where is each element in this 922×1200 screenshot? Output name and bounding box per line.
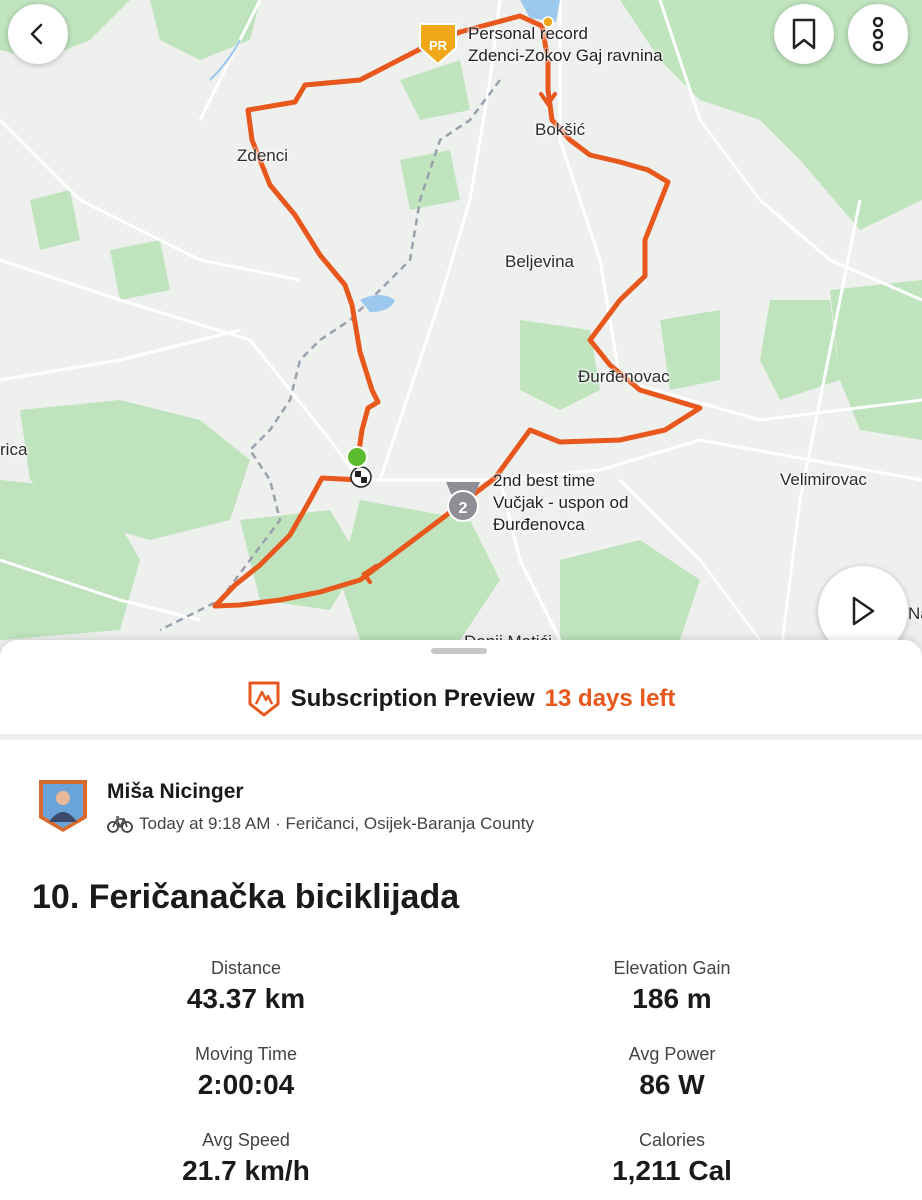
second-best-segment-name-cont: Đurđenovca	[493, 515, 585, 534]
second-medal-icon: 2	[446, 482, 480, 522]
pr-segment-name: Zdenci-Zokov Gaj ravnina	[468, 46, 663, 65]
place-label: Bokšić	[535, 120, 586, 139]
stat-avg-speed: Avg Speed 21.7 km/h	[96, 1130, 396, 1187]
play-icon	[852, 596, 875, 626]
stat-value: 186 m	[632, 983, 712, 1014]
place-label: Na	[908, 604, 922, 623]
finish-flag-icon	[350, 466, 372, 488]
stat-value: 43.37 km	[186, 983, 306, 1014]
place-label: Đurđenovac	[578, 367, 670, 386]
stat-label: Avg Power	[628, 1044, 716, 1064]
activity-title: 10. Feričanačka biciklijada	[32, 878, 460, 916]
stat-distance: Distance 43.37 km	[96, 958, 396, 1015]
subscription-label: Subscription Preview	[290, 685, 535, 712]
stat-value: 86 W	[639, 1069, 705, 1100]
stat-label: Avg Speed	[202, 1130, 290, 1150]
svg-text:PR: PR	[429, 38, 448, 53]
map-canvas: PR 2	[0, 0, 922, 660]
second-best-line: 2nd best time	[493, 471, 596, 490]
activity-meta-text: Today at 9:18 AM · Feričanci, Osijek-Bar…	[139, 814, 534, 833]
stat-moving-time: Moving Time 2:00:04	[96, 1044, 396, 1101]
bike-icon	[107, 816, 133, 833]
activity-meta: Today at 9:18 AM · Feričanci, Osijek-Bar…	[107, 814, 534, 834]
route-map[interactable]: PR 2 Zdenci Bokšić Beljevina Đurđenovac …	[0, 0, 922, 660]
stat-value: 1,211 Cal	[612, 1155, 732, 1186]
stat-label: Elevation Gain	[613, 958, 731, 978]
athlete-name[interactable]: Miša Nicinger	[107, 780, 244, 804]
second-best-segment-name: Vučjak - uspon od	[493, 493, 629, 512]
stat-value: 21.7 km/h	[182, 1155, 310, 1186]
stat-label: Calories	[638, 1130, 706, 1150]
stat-label: Moving Time	[194, 1044, 298, 1064]
more-vertical-icon	[872, 17, 884, 51]
subscription-banner[interactable]: Subscription Preview 13 days left	[0, 676, 922, 722]
start-dot	[346, 446, 368, 468]
back-button[interactable]	[8, 4, 68, 64]
stat-value: 2:00:04	[197, 1069, 295, 1100]
subscription-shield-icon	[248, 681, 280, 717]
more-options-button[interactable]	[848, 4, 908, 64]
pr-segment-label[interactable]: Personal record Zdenci-Zokov Gaj ravnina	[468, 23, 663, 67]
place-label: Zdenci	[237, 146, 289, 165]
subscription-days-left: 13 days left	[544, 685, 676, 712]
stat-elevation-gain: Elevation Gain 186 m	[522, 958, 822, 1015]
place-label: Beljevina	[505, 252, 574, 271]
stat-label: Distance	[210, 958, 282, 978]
pr-badge-icon: PR	[419, 23, 457, 66]
activity-sheet: Subscription Preview 13 days left Miša N…	[0, 640, 922, 1200]
place-label: Velimirovac	[780, 470, 867, 489]
athlete-avatar[interactable]	[37, 778, 89, 834]
bookmark-icon	[792, 18, 816, 50]
svg-text:2: 2	[459, 500, 468, 517]
sheet-grabber[interactable]	[431, 648, 487, 654]
stat-calories: Calories 1,211 Cal	[522, 1130, 822, 1187]
bookmark-button[interactable]	[774, 4, 834, 64]
second-best-label[interactable]: 2nd best time Vučjak - uspon od Đurđenov…	[493, 470, 628, 536]
chevron-left-icon	[30, 23, 43, 45]
place-label: rica	[0, 440, 28, 459]
pr-label-line: Personal record	[468, 24, 589, 43]
section-divider	[0, 734, 922, 740]
stat-avg-power: Avg Power 86 W	[522, 1044, 822, 1101]
